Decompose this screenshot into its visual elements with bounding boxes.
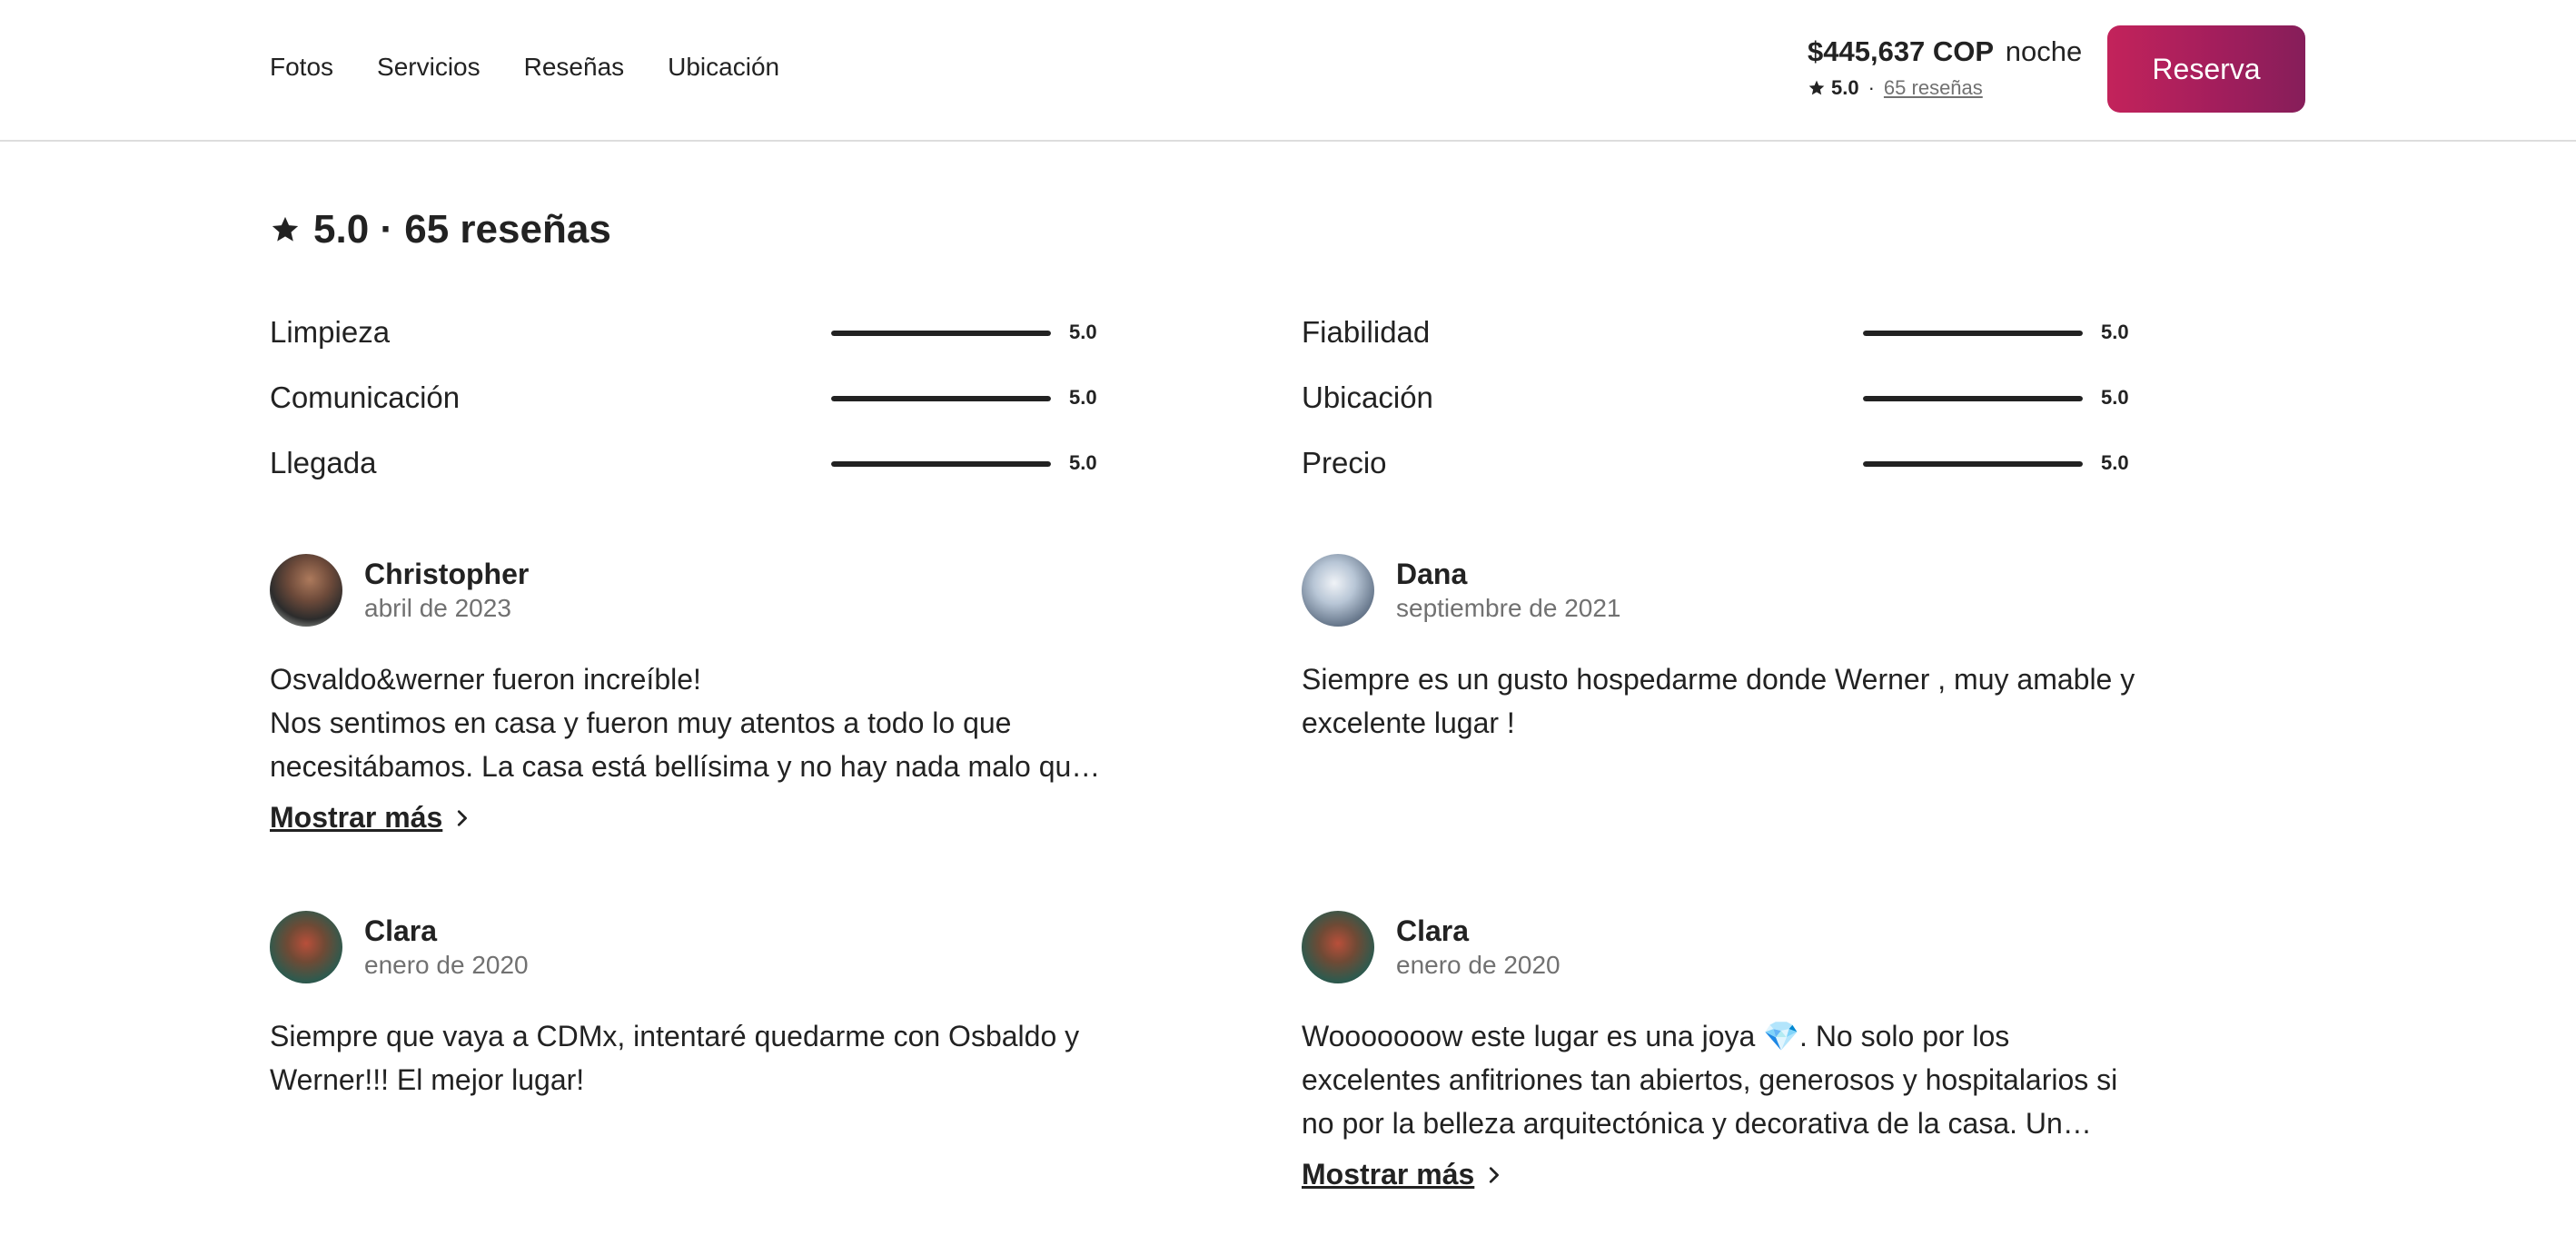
reviewer-info: Dana septiembre de 2021 xyxy=(1396,556,1621,625)
show-more-button[interactable]: Mostrar más xyxy=(270,801,471,835)
rating-value: 5.0 xyxy=(2101,386,2129,409)
mini-rating-value: 5.0 xyxy=(1831,76,1859,99)
rating-value: 5.0 xyxy=(1069,451,1097,474)
nav-fotos[interactable]: Fotos xyxy=(270,53,333,82)
rating-value: 5.0 xyxy=(1069,321,1097,343)
rating-row-precio: Precio 5.0 xyxy=(1302,445,2137,481)
rating-label: Ubicación xyxy=(1302,380,1433,414)
separator-dot: · xyxy=(1868,76,1875,99)
reviews-heading-text: 5.0 · 65 reseñas xyxy=(313,207,611,252)
rating-row-limpieza: Limpieza 5.0 xyxy=(270,314,1105,351)
reviews-count-link[interactable]: 65 reseñas xyxy=(1884,76,1983,100)
star-icon xyxy=(1808,80,1825,95)
reviewer-name: Christopher xyxy=(364,558,530,590)
mini-rating: 5.0 · 65 reseñas xyxy=(1808,76,2082,100)
rating-value: 5.0 xyxy=(2101,321,2129,343)
rating-bar xyxy=(1863,396,2083,401)
nav-ubicacion[interactable]: Ubicación xyxy=(668,53,779,82)
price-line: $445,637 COP noche xyxy=(1808,33,2082,71)
avatar[interactable] xyxy=(1302,554,1374,627)
rating-bar-fill xyxy=(831,461,1051,467)
rating-row-fiabilidad: Fiabilidad 5.0 xyxy=(1302,314,2137,351)
rating-row-comunicacion: Comunicación 5.0 xyxy=(270,380,1105,416)
review-card: Clara enero de 2020 Siempre que vaya a C… xyxy=(270,911,1105,1102)
rating-row-llegada: Llegada 5.0 xyxy=(270,445,1105,481)
avatar[interactable] xyxy=(270,911,342,983)
avatar[interactable] xyxy=(1302,911,1374,983)
show-more-label: Mostrar más xyxy=(270,801,443,834)
review-text: Osvaldo&werner fueron increíble! Nos sen… xyxy=(270,663,1101,783)
reviewer-name: Clara xyxy=(364,914,438,947)
show-more-label: Mostrar más xyxy=(1302,1158,1475,1191)
avatar[interactable] xyxy=(270,554,342,627)
rating-bar xyxy=(831,331,1051,336)
rating-label: Fiabilidad xyxy=(1302,315,1431,349)
rating-bar xyxy=(1863,461,2083,467)
chevron-right-icon xyxy=(458,809,468,826)
rating-label: Comunicación xyxy=(270,380,461,414)
review-card: Clara enero de 2020 Wooooooow este lugar… xyxy=(1302,911,2137,1191)
review-date: abril de 2023 xyxy=(364,594,511,622)
reviews-heading: 5.0 · 65 reseñas xyxy=(270,207,611,252)
rating-bar-fill xyxy=(1863,461,2083,467)
sticky-header: Fotos Servicios Reseñas Ubicación $445,6… xyxy=(0,0,2576,142)
nav-servicios[interactable]: Servicios xyxy=(377,53,481,82)
rating-label: Precio xyxy=(1302,446,1387,479)
review-header: Christopher abril de 2023 xyxy=(270,554,1105,627)
price-unit: noche xyxy=(2005,35,2083,67)
review-header: Dana septiembre de 2021 xyxy=(1302,554,2137,627)
rating-value: 5.0 xyxy=(2101,451,2129,474)
rating-bar-fill xyxy=(1863,396,2083,401)
review-text: Wooooooow este lugar es una joya 💎. No s… xyxy=(1302,1020,2118,1140)
rating-bar xyxy=(1863,331,2083,336)
rating-label: Llegada xyxy=(270,446,377,479)
rating-row-ubicacion: Ubicación 5.0 xyxy=(1302,380,2137,416)
review-text: Siempre es un gusto hospedarme donde Wer… xyxy=(1302,663,2135,739)
section-nav: Fotos Servicios Reseñas Ubicación xyxy=(270,53,779,82)
review-text: Siempre que vaya a CDMx, intentaré queda… xyxy=(270,1020,1080,1096)
review-header: Clara enero de 2020 xyxy=(270,911,1105,983)
review-header: Clara enero de 2020 xyxy=(1302,911,2137,983)
rating-bar xyxy=(831,461,1051,467)
show-more-button[interactable]: Mostrar más xyxy=(1302,1158,1503,1191)
review-card: Christopher abril de 2023 Osvaldo&werner… xyxy=(270,554,1105,835)
reviewer-name: Dana xyxy=(1396,558,1468,590)
rating-bar xyxy=(831,396,1051,401)
reviewer-name: Clara xyxy=(1396,914,1470,947)
nav-resenas[interactable]: Reseñas xyxy=(524,53,625,82)
review-date: septiembre de 2021 xyxy=(1396,594,1621,622)
rating-bar-fill xyxy=(1863,331,2083,336)
rating-value: 5.0 xyxy=(1069,386,1097,409)
review-date: enero de 2020 xyxy=(1396,951,1560,979)
rating-label: Limpieza xyxy=(270,315,391,349)
review-card: Dana septiembre de 2021 Siempre es un gu… xyxy=(1302,554,2137,745)
rating-bar-fill xyxy=(831,396,1051,401)
nightly-price: $445,637 COP xyxy=(1808,35,1995,67)
review-date: enero de 2020 xyxy=(364,951,529,979)
rating-bar-fill xyxy=(831,331,1051,336)
price-summary: $445,637 COP noche 5.0 · 65 reseñas xyxy=(1808,33,2082,100)
reviewer-info: Clara enero de 2020 xyxy=(364,913,529,982)
star-icon xyxy=(272,216,299,242)
reviewer-info: Clara enero de 2020 xyxy=(1396,913,1560,982)
reserve-button[interactable]: Reserva xyxy=(2107,25,2305,113)
chevron-right-icon xyxy=(1490,1166,1500,1183)
reviewer-info: Christopher abril de 2023 xyxy=(364,556,529,625)
